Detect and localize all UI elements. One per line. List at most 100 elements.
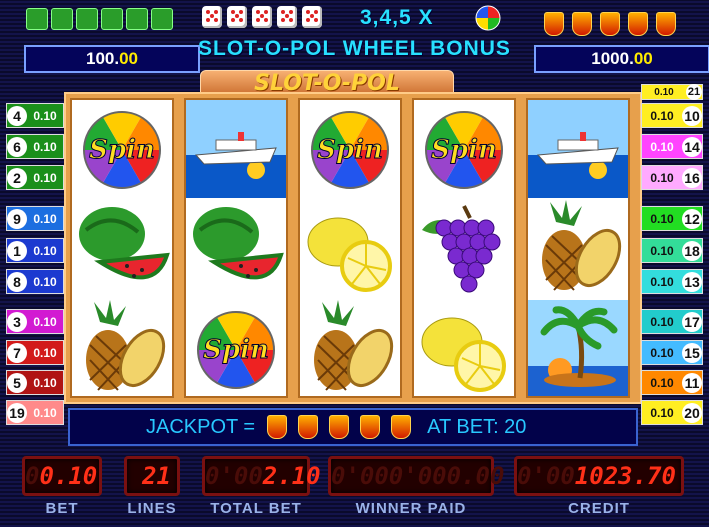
reel-4: Spin xyxy=(412,98,516,398)
shield-icon xyxy=(544,12,564,36)
line-value: 0.10 xyxy=(33,243,57,258)
melon-symbol xyxy=(72,200,172,298)
lines-display[interactable]: 21 xyxy=(124,456,180,496)
line-value: 0.10 xyxy=(650,170,674,185)
line-value: 0.10 xyxy=(650,405,674,420)
line-number: 15 xyxy=(682,342,702,363)
line-value: 0.10 xyxy=(33,139,57,154)
reel-2: Spin xyxy=(184,98,288,398)
line-number: 11 xyxy=(682,372,702,393)
line-number: 19 xyxy=(7,402,27,423)
credit-label: CREDIT xyxy=(568,500,630,517)
line-13-button[interactable]: 0.10 13 xyxy=(641,269,703,294)
shield-icon xyxy=(360,415,381,439)
lemon-symbol xyxy=(414,300,514,396)
line-value: 0.10 xyxy=(33,108,57,123)
line-12-button[interactable]: 0.10 12 xyxy=(641,206,703,231)
multiplier-text: 3,4,5 X xyxy=(360,6,434,29)
shield-icon xyxy=(656,12,676,36)
dice-icon xyxy=(252,6,272,28)
lemon-symbol xyxy=(300,200,400,298)
line-number: 12 xyxy=(682,208,702,229)
line-15-button[interactable]: 0.10 15 xyxy=(641,340,703,365)
line-6-button[interactable]: 6 0.10 xyxy=(6,134,64,159)
reel-1: Spin xyxy=(70,98,174,398)
slot-machine-icon xyxy=(26,8,48,30)
bet-display[interactable]: 00.10 xyxy=(22,456,102,496)
line-number: 8 xyxy=(7,271,27,292)
left-bonus-amount: 100.00 xyxy=(24,45,200,73)
line-number: 4 xyxy=(7,105,27,126)
spin-wheel-symbol: Spin xyxy=(300,100,400,198)
bet-label: BET xyxy=(45,500,79,517)
line-number: 16 xyxy=(682,167,702,188)
line-value: 0.10 xyxy=(650,243,674,258)
shield-icon xyxy=(267,415,288,439)
line-value: 0.10 xyxy=(33,211,57,226)
line-1-button[interactable]: 1 0.10 xyxy=(6,238,64,263)
line-19-button[interactable]: 19 0.10 xyxy=(6,400,64,425)
palm-island-symbol xyxy=(528,300,628,396)
line-18-button[interactable]: 0.10 18 xyxy=(641,238,703,263)
spin-wheel-symbol: Spin xyxy=(414,100,514,198)
svg-text:Spin: Spin xyxy=(431,135,497,165)
slot-machine-icon xyxy=(151,8,173,30)
slot-machine-icon xyxy=(51,8,73,30)
svg-text:Spin: Spin xyxy=(89,135,155,165)
spin-wheel-symbol: Spin xyxy=(186,300,286,396)
line-number: 17 xyxy=(682,311,702,332)
dice-icons xyxy=(202,6,322,28)
line-21-button[interactable]: 0.10 21 xyxy=(641,84,703,100)
shield-icons xyxy=(544,12,676,36)
melon-symbol xyxy=(186,200,286,298)
line-number: 18 xyxy=(682,240,702,261)
line-number: 2 xyxy=(7,167,27,188)
line-value: 0.10 xyxy=(650,345,674,360)
line-value: 0.10 xyxy=(650,314,674,329)
right-bonus-amount: 1000.00 xyxy=(534,45,709,73)
line-value: 0.10 xyxy=(650,211,674,226)
slot-machine-icon xyxy=(126,8,148,30)
line-2-button[interactable]: 2 0.10 xyxy=(6,165,64,190)
line-number: 3 xyxy=(7,311,27,332)
line-value: 0.10 xyxy=(33,274,57,289)
jackpot-bet-text: AT BET: 20 xyxy=(427,415,527,438)
line-3-button[interactable]: 3 0.10 xyxy=(6,309,64,334)
shield-icon xyxy=(572,12,592,36)
ship-symbol xyxy=(186,100,286,198)
line-value: 0.10 xyxy=(33,314,57,329)
line-4-button[interactable]: 4 0.10 xyxy=(6,103,64,128)
dice-icon xyxy=(302,6,322,28)
line-number: 20 xyxy=(682,402,702,423)
line-9-button[interactable]: 9 0.10 xyxy=(6,206,64,231)
line-number: 1 xyxy=(7,240,27,261)
slot-machine-icon xyxy=(76,8,98,30)
grapes-symbol xyxy=(414,200,514,298)
line-17-button[interactable]: 0.10 17 xyxy=(641,309,703,334)
line-value: 0.10 xyxy=(33,375,57,390)
line-value: 0.10 xyxy=(33,170,57,185)
line-20-button[interactable]: 0.10 20 xyxy=(641,400,703,425)
jackpot-shields xyxy=(267,415,412,439)
line-number: 14 xyxy=(682,136,702,157)
pineapple-symbol xyxy=(300,300,400,396)
dice-icon xyxy=(227,6,247,28)
line-number: 9 xyxy=(7,208,27,229)
jackpot-label: JACKPOT = xyxy=(146,415,256,438)
line-10-button[interactable]: 0.10 10 xyxy=(641,103,703,128)
line-5-button[interactable]: 5 0.10 xyxy=(6,370,64,395)
line-value: 0.10 xyxy=(33,405,57,420)
line-16-button[interactable]: 0.10 16 xyxy=(641,165,703,190)
line-value: 0.10 xyxy=(33,345,57,360)
line-8-button[interactable]: 8 0.10 xyxy=(6,269,64,294)
winner-paid-label: WINNER PAID xyxy=(355,500,467,517)
line-11-button[interactable]: 0.10 11 xyxy=(641,370,703,395)
line-7-button[interactable]: 7 0.10 xyxy=(6,340,64,365)
line-number: 7 xyxy=(7,342,27,363)
jackpot-banner: JACKPOT = AT BET: 20 xyxy=(68,408,638,446)
reel-3: Spin xyxy=(298,98,402,398)
svg-text:Spin: Spin xyxy=(317,135,383,165)
dice-icon xyxy=(202,6,222,28)
line-14-button[interactable]: 0.10 14 xyxy=(641,134,703,159)
line-value: 0.10 xyxy=(654,86,674,98)
